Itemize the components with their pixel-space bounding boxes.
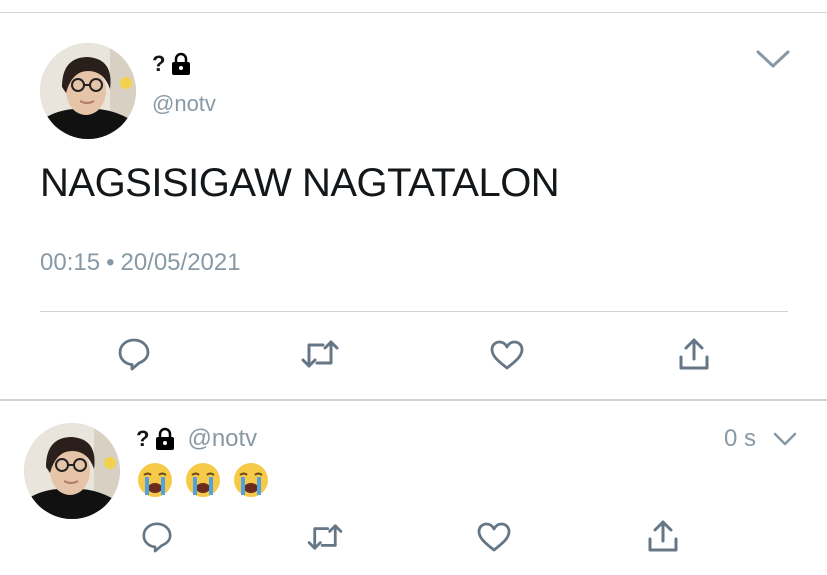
avatar-image xyxy=(24,423,120,519)
chevron-down-icon[interactable] xyxy=(773,431,797,447)
display-name-text: ? xyxy=(152,51,166,76)
lock-icon xyxy=(169,52,193,76)
retweet-icon[interactable] xyxy=(301,339,339,369)
share-icon[interactable] xyxy=(647,519,679,553)
handle[interactable]: @notv xyxy=(187,425,257,453)
avatar-image xyxy=(40,43,136,139)
display-name[interactable]: ? xyxy=(136,426,177,452)
heart-icon[interactable] xyxy=(476,521,512,553)
svg-text:😭: 😭 xyxy=(136,461,138,462)
reply-header: ? @notv xyxy=(136,425,257,453)
tweet-time[interactable]: 0 s xyxy=(724,425,756,453)
handle[interactable]: @notv xyxy=(152,91,216,117)
svg-text:😭: 😭 xyxy=(232,461,234,462)
share-icon[interactable] xyxy=(678,337,710,371)
main-tweet: ? @notv NAGSISIGAW NAGTATALON 00:15 • 20/0… xyxy=(0,13,827,400)
display-name[interactable]: ? xyxy=(152,51,193,77)
tweet-text: NAGSISIGAW NAGTATALON xyxy=(40,161,560,205)
heart-icon[interactable] xyxy=(489,339,525,371)
crying-face-icon: 😭 xyxy=(184,461,220,497)
reply-icon[interactable] xyxy=(140,521,174,553)
meta-separator: • xyxy=(106,249,115,276)
chevron-down-icon[interactable] xyxy=(756,49,790,69)
actions-divider xyxy=(40,311,788,312)
tweet-date: 20/05/2021 xyxy=(120,249,241,276)
tweet-text: 😭 😭 😭 xyxy=(136,461,270,499)
tweet-time: 00:15 xyxy=(40,249,101,276)
svg-text:😭: 😭 xyxy=(184,461,186,462)
display-name-text: ? xyxy=(136,426,150,451)
avatar[interactable] xyxy=(24,423,120,519)
reply-tweet[interactable]: ? @notv 0 s 😭 😭 😭 xyxy=(0,401,827,575)
lock-icon xyxy=(153,427,177,451)
reply-icon[interactable] xyxy=(117,337,151,371)
crying-face-icon: 😭 xyxy=(136,461,172,497)
tweet-timestamp[interactable]: 00:15 • 20/05/2021 xyxy=(40,249,241,277)
avatar[interactable] xyxy=(40,43,136,139)
crying-face-icon: 😭 xyxy=(232,461,268,497)
retweet-icon[interactable] xyxy=(306,523,344,551)
